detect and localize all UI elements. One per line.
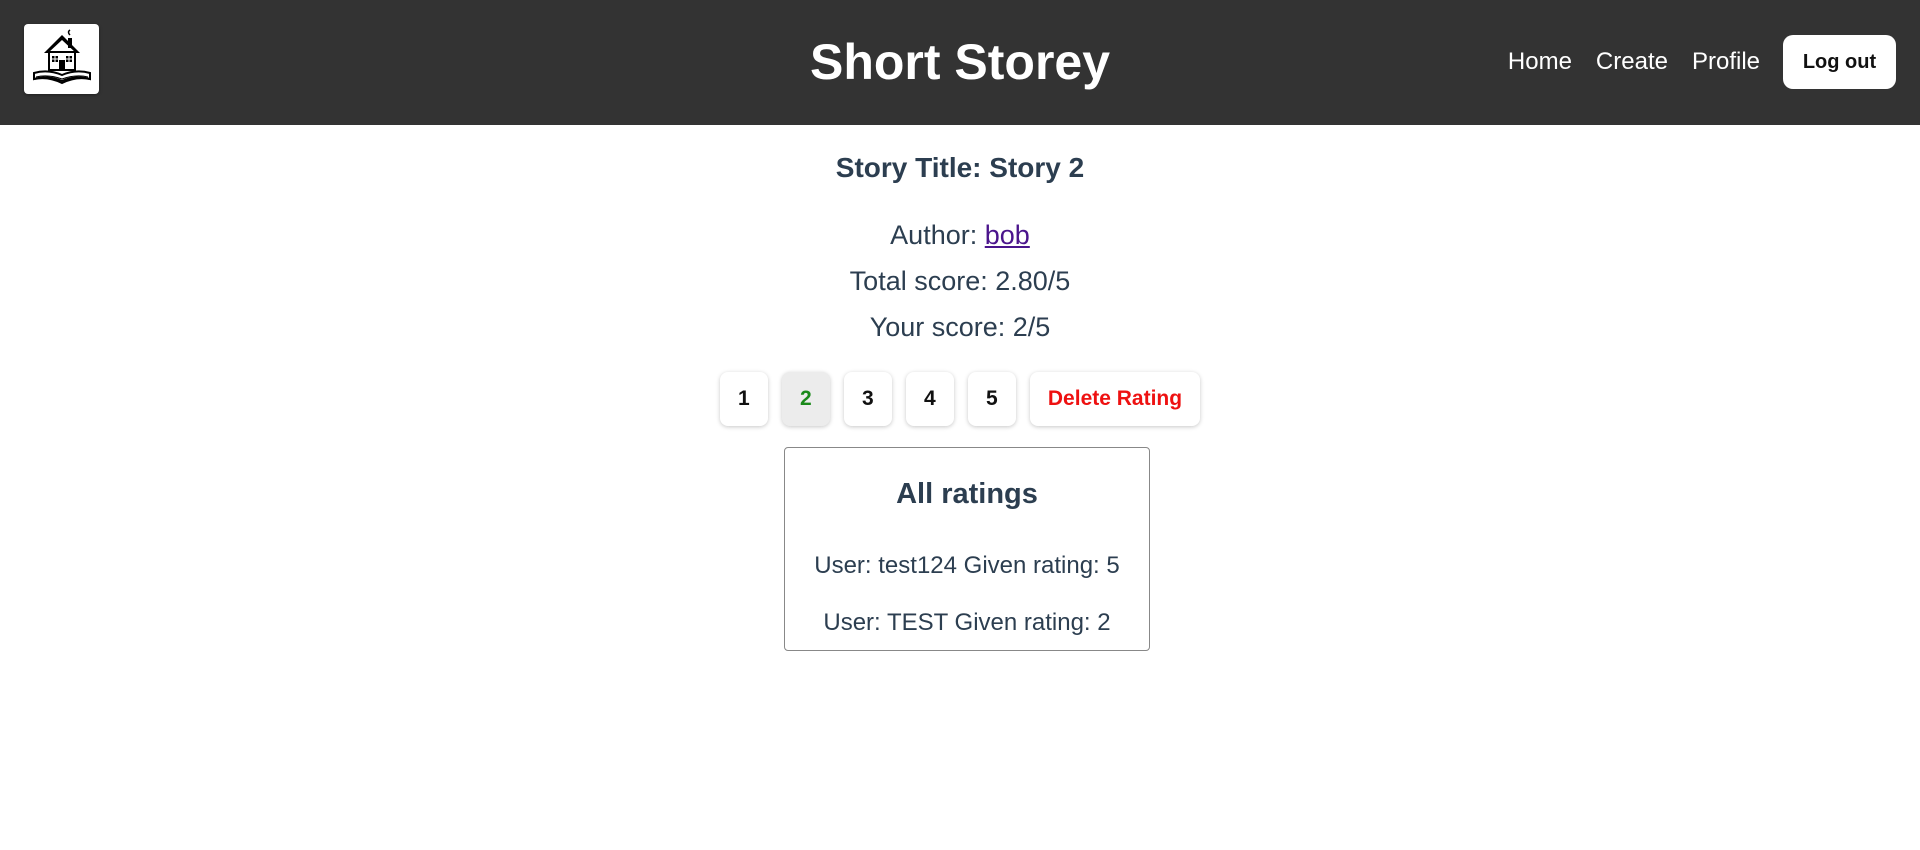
nav-create-link[interactable]: Create <box>1596 35 1668 89</box>
rating-list-item: User: TEST Given rating: 2 <box>823 609 1111 636</box>
rate-2-button[interactable]: 2 <box>781 372 830 426</box>
nav-profile-link[interactable]: Profile <box>1692 35 1760 89</box>
rating-list-item: User: test124 Given rating: 5 <box>814 552 1120 579</box>
logout-button[interactable]: Log out <box>1783 35 1896 89</box>
author-link[interactable]: bob <box>985 220 1030 250</box>
top-navbar: Short Storey Home Create Profile Log out <box>0 0 1920 125</box>
total-score: Total score: 2.80/5 <box>849 266 1071 296</box>
author-label: Author: <box>890 220 978 250</box>
all-ratings-heading: All ratings <box>896 478 1038 510</box>
delete-rating-button[interactable]: Delete Rating <box>1029 372 1201 426</box>
rate-3-button[interactable]: 3 <box>843 372 892 426</box>
rate-5-button[interactable]: 5 <box>967 372 1016 426</box>
rate-4-button[interactable]: 4 <box>905 372 954 426</box>
nav-menu: Home Create Profile Log out <box>1508 35 1896 89</box>
author-line: Author: bob <box>0 217 1920 253</box>
rating-buttons: 1 2 3 4 5 Delete Rating <box>0 372 1920 426</box>
story-title: Story Title: Story 2 <box>835 152 1085 183</box>
all-ratings-panel: All ratings User: test124 Given rating: … <box>784 447 1150 651</box>
rate-1-button[interactable]: 1 <box>719 372 768 426</box>
your-score: Your score: 2/5 <box>869 312 1051 342</box>
nav-home-link[interactable]: Home <box>1508 35 1572 89</box>
